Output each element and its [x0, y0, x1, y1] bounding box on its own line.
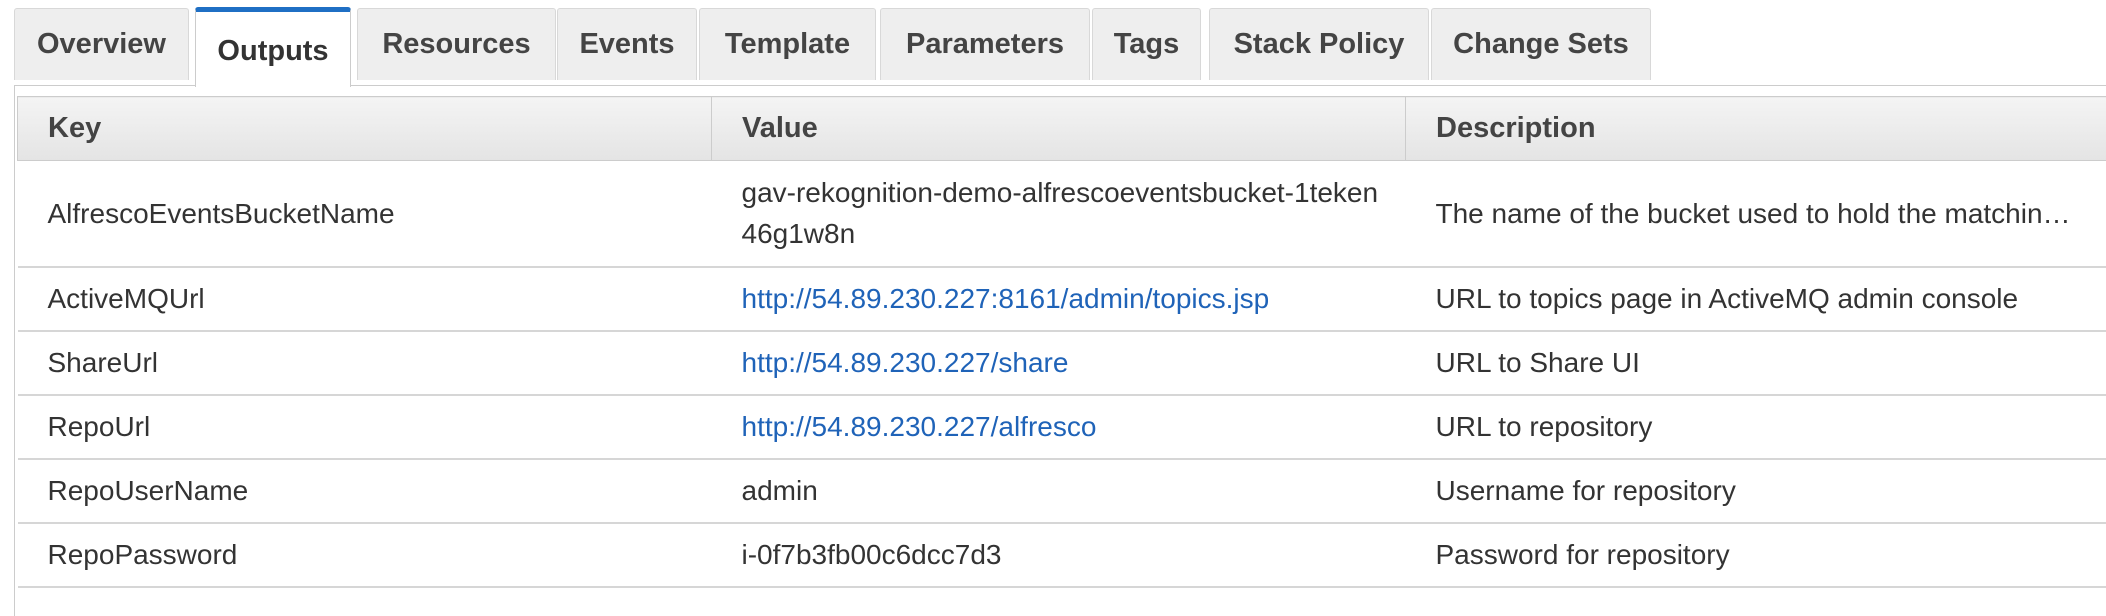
output-key: RepoUrl — [17, 394, 712, 460]
table-row: AlfrescoEventsBucketName gav-rekognition… — [17, 160, 2106, 268]
tab-overview[interactable]: Overview — [14, 8, 189, 80]
tab-outputs[interactable]: Outputs — [195, 7, 351, 87]
output-description: URL to topics page in ActiveMQ admin con… — [1405, 266, 2106, 332]
tab-tags[interactable]: Tags — [1092, 8, 1201, 80]
output-value: i-0f7b3fb00c6dcc7d3 — [711, 522, 1406, 588]
output-value: http://54.89.230.227:8161/admin/topics.j… — [711, 266, 1406, 332]
column-header-value[interactable]: Value — [711, 96, 1406, 161]
table-row: ActiveMQUrl http://54.89.230.227:8161/ad… — [17, 266, 2106, 332]
output-description: The name of the bucket used to hold the … — [1405, 160, 2106, 268]
output-value-link[interactable]: http://54.89.230.227/alfresco — [742, 411, 1097, 442]
output-key: ActiveMQUrl — [17, 266, 712, 332]
column-header-description[interactable]: Description — [1405, 96, 2106, 161]
outputs-panel: Key Value Description AlfrescoEventsBuck… — [14, 86, 2106, 616]
output-key: AlfrescoEventsBucketName — [17, 160, 712, 268]
outputs-table: Key Value Description AlfrescoEventsBuck… — [17, 96, 2106, 588]
tab-parameters[interactable]: Parameters — [880, 8, 1090, 80]
output-value: http://54.89.230.227/share — [711, 330, 1406, 396]
table-row: RepoPassword i-0f7b3fb00c6dcc7d3 Passwor… — [17, 522, 2106, 588]
table-header-row: Key Value Description — [17, 96, 2106, 161]
output-description: URL to Share UI — [1405, 330, 2106, 396]
output-key: ShareUrl — [17, 330, 712, 396]
tab-events[interactable]: Events — [557, 8, 697, 80]
output-key: RepoPassword — [17, 522, 712, 588]
output-value: http://54.89.230.227/alfresco — [711, 394, 1406, 460]
tab-change-sets[interactable]: Change Sets — [1431, 8, 1651, 80]
output-description: URL to repository — [1405, 394, 2106, 460]
tab-bar: Overview Outputs Resources Events Templa… — [0, 0, 2106, 87]
tab-resources[interactable]: Resources — [357, 8, 556, 80]
table-row: ShareUrl http://54.89.230.227/share URL … — [17, 330, 2106, 396]
output-value: admin — [711, 458, 1406, 524]
tab-template[interactable]: Template — [699, 8, 876, 80]
output-value-link[interactable]: http://54.89.230.227:8161/admin/topics.j… — [742, 283, 1270, 314]
output-value: gav-rekognition-demo-alfrescoeventsbucke… — [711, 160, 1406, 268]
output-description: Username for repository — [1405, 458, 2106, 524]
tab-stack-policy[interactable]: Stack Policy — [1209, 8, 1429, 80]
output-value-link[interactable]: http://54.89.230.227/share — [742, 347, 1069, 378]
column-header-key[interactable]: Key — [17, 96, 712, 161]
table-row: RepoUrl http://54.89.230.227/alfresco UR… — [17, 394, 2106, 460]
output-description: Password for repository — [1405, 522, 2106, 588]
table-row: RepoUserName admin Username for reposito… — [17, 458, 2106, 524]
output-key: RepoUserName — [17, 458, 712, 524]
